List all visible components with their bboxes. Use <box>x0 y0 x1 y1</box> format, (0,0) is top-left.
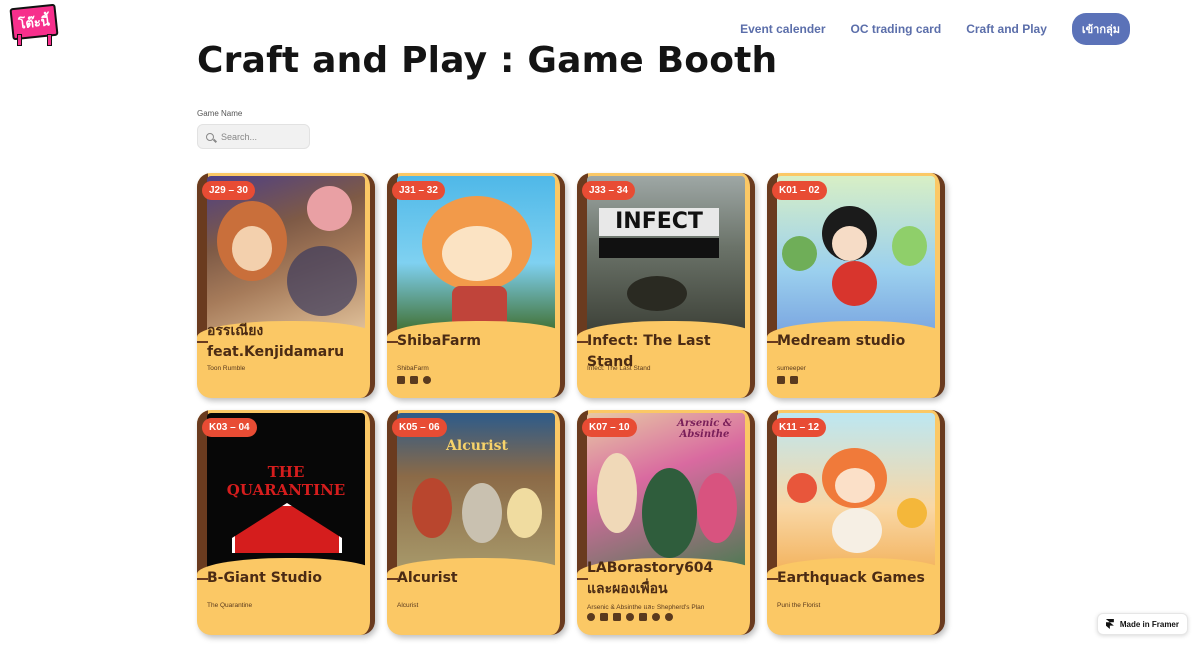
booth-card[interactable]: K11 – 12 Earthquack Games Puni the Flori… <box>767 410 945 635</box>
instagram-icon[interactable] <box>665 613 673 621</box>
search-input[interactable] <box>221 131 301 142</box>
booth-card[interactable]: INFECT J33 – 34 Infect: The Last Stand I… <box>577 173 755 398</box>
booth-badge: K05 – 06 <box>392 418 447 437</box>
exhibitor-name: B-Giant Studio <box>207 570 322 586</box>
exhibitor-name: Earthquack Games <box>777 570 925 586</box>
youtube-icon[interactable] <box>639 613 647 621</box>
social-links <box>587 613 673 621</box>
page-title: Craft and Play : Game Booth <box>197 40 778 81</box>
booth-card[interactable]: Alcurist K05 – 06 Alcurist Alcurist <box>387 410 565 635</box>
exhibitor-name: LABorastory604 และผองเพื่อน <box>587 560 714 597</box>
x-icon[interactable] <box>613 613 621 621</box>
nav-craft-and-play[interactable]: Craft and Play <box>966 22 1047 36</box>
cover-title: Arsenic & Absinthe <box>677 418 732 440</box>
exhibitor-name: Medream studio <box>777 333 906 349</box>
search-box[interactable] <box>197 124 310 149</box>
store-icon[interactable] <box>777 376 785 384</box>
game-title: Infect: The Last Stand <box>587 365 651 372</box>
cover-title: THE QUARANTINE <box>226 463 346 499</box>
booth-badge: J29 – 30 <box>202 181 255 200</box>
booth-card[interactable]: K01 – 02 Medream studio sumeeper <box>767 173 945 398</box>
booth-badge: K03 – 04 <box>202 418 257 437</box>
booth-badge: J31 – 32 <box>392 181 445 200</box>
facebook-icon[interactable] <box>397 376 405 384</box>
site-logo[interactable]: โต๊ะนี้ <box>9 3 59 46</box>
game-name-label: Game Name <box>197 109 243 118</box>
booth-card[interactable]: Arsenic & Absinthe K07 – 10 LABorastory6… <box>577 410 755 635</box>
discord-icon[interactable] <box>626 613 634 621</box>
nav-oc-trading-card[interactable]: OC trading card <box>851 22 942 36</box>
game-title: The Quarantine <box>207 602 253 609</box>
facebook-icon[interactable] <box>600 613 608 621</box>
search-icon <box>206 132 214 141</box>
social-links <box>397 376 431 384</box>
game-title: sumeeper <box>777 365 806 372</box>
game-title: ShibaFarm <box>397 365 429 372</box>
booth-badge: K11 – 12 <box>772 418 827 437</box>
framer-badge-label: Made in Framer <box>1119 619 1179 629</box>
x-icon[interactable] <box>410 376 418 384</box>
nav-event-calender[interactable]: Event calender <box>740 22 825 36</box>
game-title: Toon Rumble <box>207 365 246 372</box>
logo-text: โต๊ะนี้ <box>17 13 51 33</box>
booth-badge: K07 – 10 <box>582 418 637 437</box>
facebook-icon[interactable] <box>790 376 798 384</box>
tiktok-icon[interactable] <box>423 376 431 384</box>
steam-icon[interactable] <box>587 613 595 621</box>
framer-logo-icon <box>1105 619 1114 629</box>
cover-title: Alcurist <box>446 438 508 454</box>
game-title: Puni the Florist <box>777 602 821 609</box>
booth-card[interactable]: J31 – 32 ShibaFarm ShibaFarm <box>387 173 565 398</box>
made-in-framer-badge[interactable]: Made in Framer <box>1096 613 1188 635</box>
booth-card[interactable]: THE QUARANTINE K03 – 04 B-Giant Studio T… <box>197 410 375 635</box>
game-title: Arsenic & Absinthe และ Shepherd's Plan <box>587 604 705 611</box>
booth-card[interactable]: J29 – 30 อรรเณียง feat.Kenjidamaru Toon … <box>197 173 375 398</box>
booth-badge: K01 – 02 <box>772 181 827 200</box>
social-links <box>777 376 798 384</box>
top-nav: Event calender OC trading card Craft and… <box>740 13 1130 45</box>
exhibitor-name: ShibaFarm <box>397 333 481 349</box>
exhibitor-name: Alcurist <box>397 570 458 586</box>
booth-badge: J33 – 34 <box>582 181 635 200</box>
cover-title: INFECT <box>599 208 719 236</box>
logo-leg <box>17 34 22 46</box>
logo-leg <box>47 34 52 46</box>
booth-grid: J29 – 30 อรรเณียง feat.Kenjidamaru Toon … <box>197 173 945 635</box>
game-title: Alcurist <box>397 602 419 609</box>
tiktok-icon[interactable] <box>652 613 660 621</box>
exhibitor-name: อรรเณียง feat.Kenjidamaru <box>207 323 345 360</box>
join-group-button[interactable]: เข้ากลุ่ม <box>1071 13 1130 45</box>
